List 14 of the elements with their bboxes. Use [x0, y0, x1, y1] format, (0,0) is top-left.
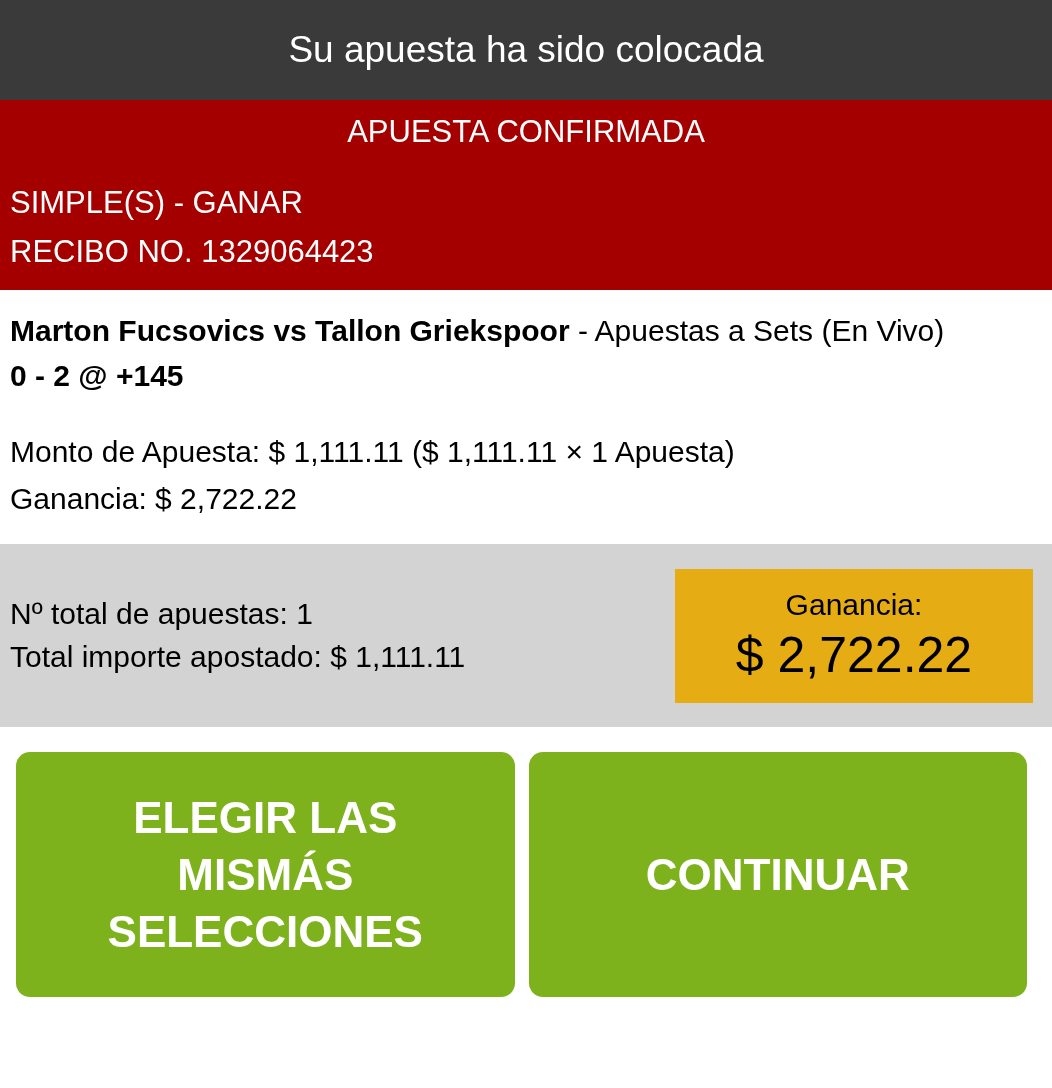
payout-value: $ 2,722.22	[735, 625, 973, 684]
bet-description: Marton Fucsovics vs Tallon Griekspoor - Apuestas a Sets (En Vivo)	[10, 313, 946, 349]
page-title: Su apuesta ha sido colocada	[288, 29, 764, 71]
confirmation-heading: APUESTA CONFIRMADA	[346, 114, 706, 150]
total-staked: Total importe apostado: $ 1,111.11	[10, 640, 466, 674]
bet-type: SIMPLE(S) - GANAR	[10, 184, 304, 222]
payout-label: Ganancia:	[785, 587, 923, 622]
action-button[interactable]: CONTINUAR	[528, 752, 1027, 997]
winnings-amount: Ganancia: $ 2,722.22	[10, 481, 298, 517]
bet-selection: 0 - 2 @ +145	[10, 358, 185, 394]
receipt-number: RECIBO NO. 1329064423	[10, 233, 375, 271]
total-bets: Nº total de apuestas: 1	[10, 597, 314, 631]
stake-amount: Monto de Apuesta: $ 1,111.11 ($ 1,111.11 × 1 Apuesta)	[10, 434, 736, 470]
action-button[interactable]: ELEGIR LAS MISMÁS SELECCIONES	[16, 752, 515, 997]
